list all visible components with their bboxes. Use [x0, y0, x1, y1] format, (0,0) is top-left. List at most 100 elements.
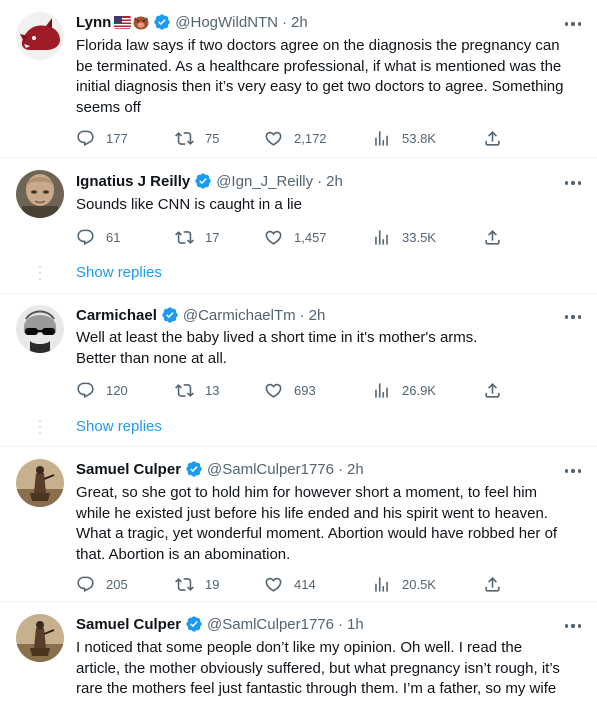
display-name[interactable]: Samuel Culper [76, 616, 181, 633]
tweet-actions: 120 13 693 26.9K [76, 380, 506, 400]
views-button[interactable]: 53.8K [372, 128, 436, 148]
verified-badge-icon[interactable] [185, 460, 203, 478]
retweet-button[interactable]: 75 [175, 128, 219, 148]
thread-dots [38, 420, 42, 438]
share-button[interactable] [483, 128, 502, 148]
user-handle[interactable]: @Ign_J_Reilly [216, 173, 313, 190]
retweet-icon [175, 230, 194, 244]
avatar-image [16, 305, 64, 353]
share-button[interactable] [483, 380, 502, 400]
tweet-header: Ignatius J Reilly @Ign_J_Reilly · 2h [76, 171, 547, 191]
view-count: 26.9K [402, 382, 436, 398]
view-count: 20.5K [402, 576, 436, 592]
display-name[interactable]: Carmichael [76, 307, 157, 324]
heart-icon [265, 577, 282, 592]
avatar[interactable] [16, 305, 64, 353]
avatar[interactable] [16, 614, 64, 662]
more-options-icon[interactable] [563, 463, 583, 479]
more-options-icon[interactable] [563, 618, 583, 634]
verified-badge-icon[interactable] [185, 615, 203, 633]
show-replies-link[interactable]: Show replies [76, 418, 162, 435]
display-name[interactable]: Ignatius J Reilly [76, 173, 190, 190]
like-button[interactable]: 1,457 [264, 227, 327, 247]
view-count: 33.5K [402, 229, 436, 245]
more-options-icon[interactable] [563, 16, 583, 32]
timestamp[interactable]: 2h [291, 14, 308, 31]
analytics-icon [375, 576, 388, 592]
reply-button[interactable]: 205 [76, 574, 128, 594]
heart-icon [265, 230, 282, 245]
user-handle[interactable]: @SamlCulper1776 [207, 616, 334, 633]
avatar[interactable] [16, 12, 64, 60]
separator-dot: · [338, 615, 343, 633]
verified-badge-icon[interactable] [153, 13, 171, 31]
like-count: 414 [294, 576, 316, 592]
share-button[interactable] [483, 574, 502, 594]
retweet-button[interactable]: 13 [175, 380, 219, 400]
like-button[interactable]: 2,172 [264, 128, 327, 148]
reply-button[interactable]: 61 [76, 227, 120, 247]
tweet-text: Well at least the baby lived a short tim… [76, 329, 478, 367]
reply-count: 205 [106, 576, 128, 592]
views-button[interactable]: 26.9K [372, 380, 436, 400]
timestamp[interactable]: 2h [326, 173, 343, 190]
avatar[interactable] [16, 170, 64, 218]
more-options-icon[interactable] [563, 309, 583, 325]
tweet[interactable]: Samuel Culper @SamlCulper1776 · 1h I not… [0, 602, 597, 701]
like-button[interactable]: 414 [264, 574, 316, 594]
retweet-button[interactable]: 19 [175, 574, 219, 594]
views-button[interactable]: 33.5K [372, 227, 436, 247]
avatar[interactable] [16, 459, 64, 507]
analytics-icon [375, 382, 388, 398]
separator-dot: · [317, 172, 323, 190]
us-flag-icon [114, 15, 132, 29]
user-handle[interactable]: @HogWildNTN [175, 14, 278, 31]
tweet-text: I noticed that some people don’t like my… [76, 639, 560, 697]
display-name[interactable]: Samuel Culper [76, 461, 181, 478]
reply-button[interactable]: 120 [76, 380, 128, 400]
show-replies-link[interactable]: Show replies [76, 264, 162, 281]
tweet-header: Samuel Culper @SamlCulper1776 · 2h [76, 459, 547, 479]
reply-icon [77, 382, 94, 398]
tweet-header: Samuel Culper @SamlCulper1776 · 1h [76, 614, 547, 634]
heart-icon [265, 383, 282, 398]
share-button[interactable] [483, 227, 502, 247]
reply-count: 61 [106, 229, 121, 245]
tweet-actions: 177 75 2,172 53.8K [76, 128, 506, 148]
thread-dots [38, 266, 42, 284]
avatar-image [16, 170, 64, 218]
more-options-icon[interactable] [563, 175, 583, 191]
timestamp[interactable]: 2h [347, 461, 364, 478]
avatar-image [16, 614, 64, 662]
display-name[interactable]: Lynn [76, 14, 111, 31]
tweet-text: Great, so she got to hold him for howeve… [76, 484, 558, 563]
reply-count: 120 [106, 382, 128, 398]
reply-icon [77, 130, 94, 146]
verified-badge-icon[interactable] [194, 172, 212, 190]
retweet-count: 75 [205, 130, 220, 146]
heart-icon [265, 131, 282, 146]
reply-count: 177 [106, 130, 128, 146]
timestamp[interactable]: 1h [347, 616, 364, 633]
tweet[interactable]: Lynn @HogWildNTN · 2h Florida law says i… [0, 0, 597, 164]
user-handle[interactable]: @CarmichaelTm [183, 307, 296, 324]
retweet-count: 17 [205, 229, 220, 245]
tweet[interactable]: Samuel Culper @SamlCulper1776 · 2h Great… [0, 447, 597, 601]
views-button[interactable]: 20.5K [372, 574, 436, 594]
boar-icon [133, 16, 149, 29]
avatar-image [16, 459, 64, 507]
tweet-header: Lynn @HogWildNTN · 2h [76, 12, 547, 32]
tweet[interactable]: Carmichael @CarmichaelTm · 2h Well at le… [0, 294, 597, 449]
share-icon [485, 229, 500, 245]
reply-button[interactable]: 177 [76, 128, 128, 148]
timestamp[interactable]: 2h [309, 307, 326, 324]
separator-dot: · [338, 460, 343, 478]
retweet-button[interactable]: 17 [175, 227, 219, 247]
verified-badge-icon[interactable] [161, 306, 179, 324]
share-icon [485, 382, 500, 398]
user-handle[interactable]: @SamlCulper1776 [207, 461, 334, 478]
tweet[interactable]: Ignatius J Reilly @Ign_J_Reilly · 2h Sou… [0, 158, 597, 294]
tweet-header: Carmichael @CarmichaelTm · 2h [76, 305, 547, 325]
analytics-icon [375, 229, 388, 245]
like-button[interactable]: 693 [264, 380, 316, 400]
